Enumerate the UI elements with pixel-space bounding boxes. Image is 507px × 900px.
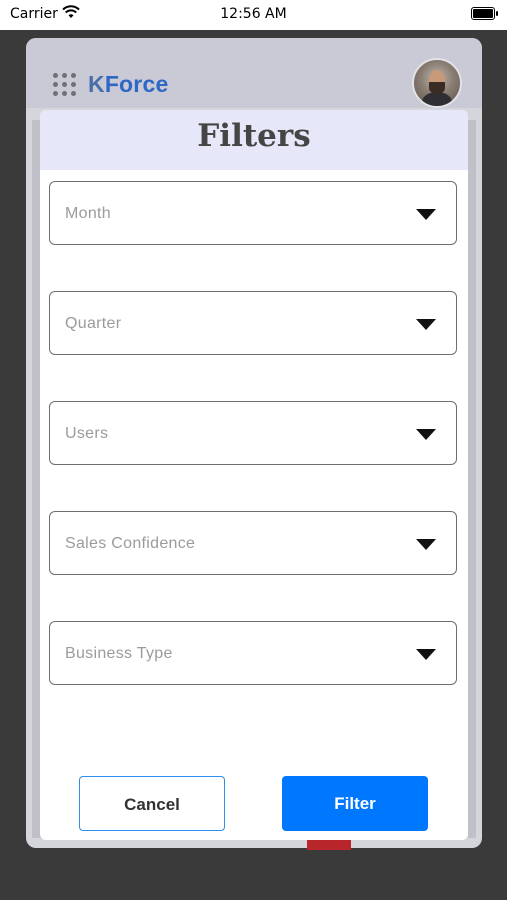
modal-title: Filters xyxy=(197,118,311,154)
chevron-down-icon xyxy=(416,429,436,440)
background-chart-bar xyxy=(307,840,351,850)
quarter-select[interactable]: Quarter xyxy=(49,291,457,355)
business-type-select[interactable]: Business Type xyxy=(49,621,457,685)
chevron-down-icon xyxy=(416,319,436,330)
month-placeholder: Month xyxy=(65,205,111,222)
users-select[interactable]: Users xyxy=(49,401,457,465)
quarter-placeholder: Quarter xyxy=(65,315,122,332)
business-type-placeholder: Business Type xyxy=(65,645,173,662)
chevron-down-icon xyxy=(416,209,436,220)
brand-logo: KForce xyxy=(88,71,169,97)
users-placeholder: Users xyxy=(65,425,109,442)
month-select[interactable]: Month xyxy=(49,181,457,245)
background-card-edge xyxy=(468,618,476,838)
avatar[interactable] xyxy=(412,58,462,108)
sales-confidence-select[interactable]: Sales Confidence xyxy=(49,511,457,575)
clock: 12:56 AM xyxy=(220,6,287,22)
modal-header: Filters xyxy=(40,110,468,170)
chevron-down-icon xyxy=(416,539,436,550)
sales-confidence-placeholder: Sales Confidence xyxy=(65,535,196,552)
filters-modal: Filters Month Quarter Users Sales Confid… xyxy=(40,110,468,840)
filter-button[interactable]: Filter xyxy=(282,776,428,831)
chevron-down-icon xyxy=(416,649,436,660)
grid-menu-icon[interactable] xyxy=(53,73,77,97)
cancel-button[interactable]: Cancel xyxy=(79,776,225,831)
battery-icon xyxy=(471,7,498,20)
status-bar: Carrier 12:56 AM xyxy=(0,0,507,30)
background-card-edge xyxy=(468,120,476,620)
